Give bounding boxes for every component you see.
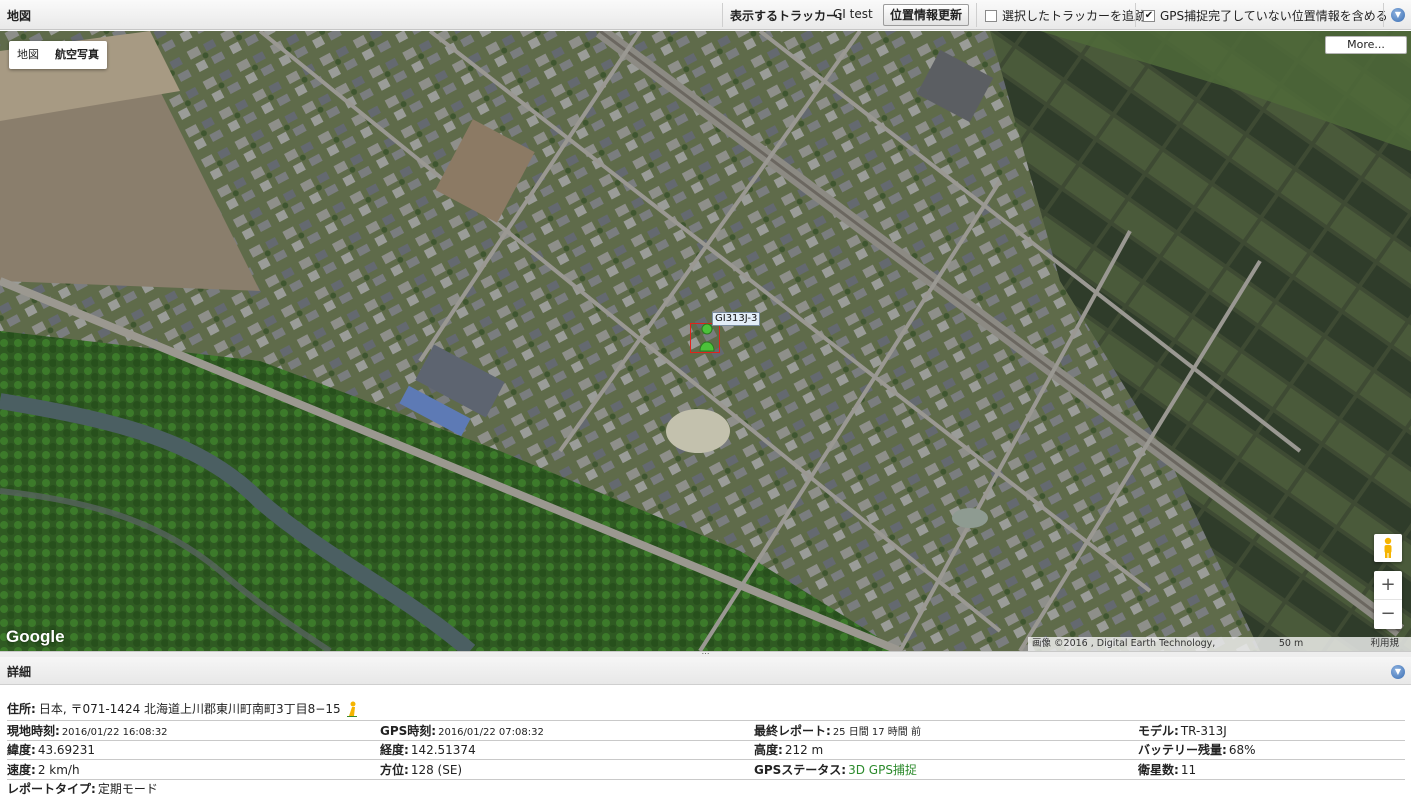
checkbox-icon[interactable] xyxy=(985,9,997,22)
zoom-control: + − xyxy=(1374,571,1402,629)
heading-field: 方位: 128 (SE) xyxy=(380,762,463,777)
tracker-details-table: 現地時刻: 2016/01/22 16:08:32 GPS時刻: 2016/01/2… xyxy=(7,720,1405,798)
details-row: 緯度: 43.69231 経度: 142.51374 高度: 212 m バッテリー残… xyxy=(7,739,1405,760)
collapse-details-icon[interactable]: ▼ xyxy=(1391,665,1405,679)
details-panel-title: 詳細 xyxy=(7,665,32,679)
address-line: 住所: 日本, 〒071-1424 北海道上川郡東川町南町3丁目8−15 xyxy=(7,700,359,717)
zoom-in-button[interactable]: + xyxy=(1374,571,1402,600)
tracker-select[interactable]: GI test xyxy=(833,7,873,21)
altitude-field: 高度: 212 m xyxy=(754,743,824,758)
address-label: 住所: xyxy=(7,702,36,716)
toolbar-divider xyxy=(722,3,723,27)
satellite-map[interactable]: 地図 航空写真 More... GI313J-3 + − Google 画像 ©… xyxy=(0,31,1411,651)
update-location-button[interactable]: 位置情報更新 xyxy=(883,4,969,26)
checkbox-checked-icon[interactable]: ✔ xyxy=(1143,9,1155,22)
include-gps-label: GPS捕捉完了していない位置情報を含める xyxy=(1160,9,1388,23)
scale-control[interactable]: 50 m xyxy=(1271,637,1367,651)
report-type-field: レポートタイプ: 定期モード xyxy=(7,782,158,797)
details-row: 現地時刻: 2016/01/22 16:08:32 GPS時刻: 2016/01/2… xyxy=(7,720,1405,740)
street-view-pegman-icon[interactable] xyxy=(1374,534,1402,562)
imagery-attribution: 画像 ©2016 , Digital Earth Technology, Dig… xyxy=(1032,638,1216,649)
latitude-field: 緯度: 43.69231 xyxy=(7,743,96,758)
tracker-marker-label: GI313J-3 xyxy=(712,312,761,326)
longitude-field: 経度: 142.51374 xyxy=(380,743,476,758)
toolbar-divider xyxy=(1135,3,1136,27)
toolbar-divider xyxy=(1383,3,1384,27)
scale-label: 50 m xyxy=(1278,638,1304,649)
map-type-switcher: 地図 航空写真 xyxy=(9,41,107,69)
collapse-map-icon[interactable]: ▼ xyxy=(1391,8,1405,22)
map-attribution: 画像 ©2016 , Digital Earth Technology, Dig… xyxy=(1028,637,1411,651)
details-row: 速度: 2 km/h 方位: 128 (SE) GPSステータス: 3D GPS捕捉 … xyxy=(7,759,1405,779)
local-time-field: 現地時刻: 2016/01/22 16:08:32 xyxy=(7,723,168,738)
map-panel-header: 地図 表示するトラッカー: GI test 位置情報更新 選択したトラッカーを追… xyxy=(0,0,1411,30)
address-value: 日本, 〒071-1424 北海道上川郡東川町南町3丁目8−15 xyxy=(38,702,341,716)
street-view-link-icon[interactable] xyxy=(345,701,359,717)
map-type-roadmap[interactable]: 地図 xyxy=(9,41,47,69)
gps-status-field: GPSステータス: 3D GPS捕捉 xyxy=(754,762,917,777)
model-field: モデル: TR-313J xyxy=(1138,723,1227,738)
zoom-out-button[interactable]: − xyxy=(1374,600,1402,629)
include-gps-checkbox[interactable]: ✔ GPS捕捉完了していない位置情報を含める xyxy=(1143,7,1388,24)
last-report-field: 最終レポート: 25 日間 17 時間 前 xyxy=(754,723,921,738)
map-panel-title: 地図 xyxy=(7,9,32,23)
details-panel-header: 詳細 ▼ xyxy=(0,657,1411,685)
tracker-select-label: 表示するトラッカー: xyxy=(730,9,843,23)
google-logo: Google xyxy=(6,627,65,646)
terms-link[interactable]: 利用規約 xyxy=(1367,637,1411,651)
more-button[interactable]: More... xyxy=(1325,36,1407,54)
satellites-field: 衛星数: 11 xyxy=(1138,762,1197,777)
follow-tracker-checkbox[interactable]: 選択したトラッカーを追跡 xyxy=(985,7,1146,24)
tracker-marker-icon[interactable] xyxy=(698,323,716,353)
toolbar-divider xyxy=(976,3,977,27)
map-type-satellite[interactable]: 航空写真 xyxy=(47,41,107,69)
gps-time-field: GPS時刻: 2016/01/22 07:08:32 xyxy=(380,723,544,738)
battery-field: バッテリー残量: 68% xyxy=(1138,743,1256,758)
follow-tracker-label: 選択したトラッカーを追跡 xyxy=(1002,9,1147,23)
details-row: レポートタイプ: 定期モード xyxy=(7,778,1405,799)
speed-field: 速度: 2 km/h xyxy=(7,762,80,777)
